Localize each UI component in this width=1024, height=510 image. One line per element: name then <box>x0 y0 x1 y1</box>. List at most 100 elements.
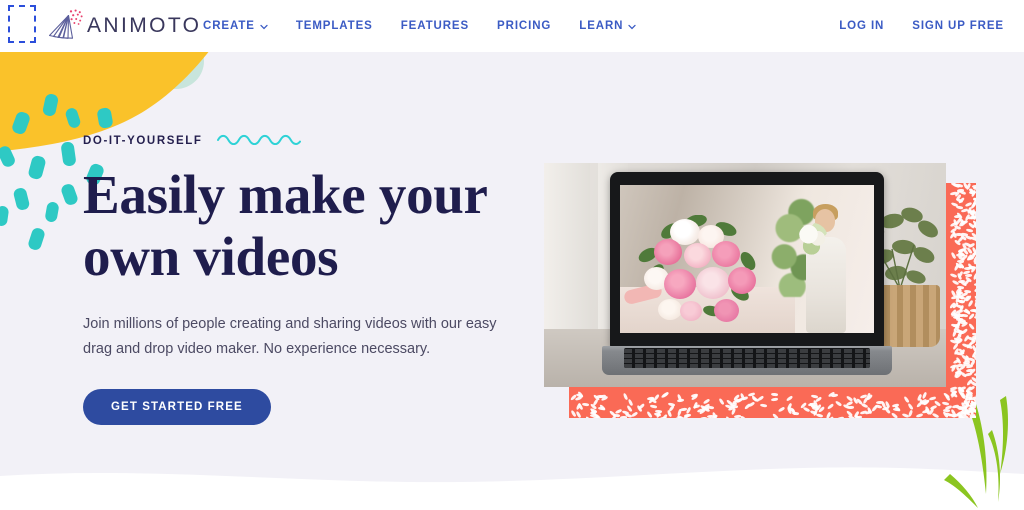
feather-speckle <box>921 391 928 399</box>
feather-speckle <box>950 201 959 208</box>
feather-speckle <box>770 397 779 402</box>
nav-item-create[interactable]: CREATE <box>203 20 268 32</box>
focus-outline-box <box>8 5 36 43</box>
feather-speckle <box>929 404 938 410</box>
feather-speckle <box>972 272 976 281</box>
feather-speckle <box>785 394 794 402</box>
nav-item-learn[interactable]: LEARN <box>579 20 637 32</box>
nav-item-create-label: CREATE <box>203 20 255 32</box>
feather-speckle <box>771 413 779 418</box>
nav-item-pricing[interactable]: PRICING <box>497 20 551 32</box>
feather-speckle <box>845 409 853 417</box>
feather-speckle <box>965 274 973 278</box>
feather-speckle <box>931 412 940 418</box>
feather-speckle <box>964 267 972 271</box>
feather-speckle <box>893 407 901 412</box>
hero-media-composition <box>544 163 976 418</box>
feather-speckle <box>725 415 732 418</box>
bride-held-bouquet <box>798 223 828 255</box>
chevron-down-icon <box>628 22 637 30</box>
nav-item-features-label: FEATURES <box>400 20 470 32</box>
laptop-base <box>602 346 892 375</box>
nav-item-templates-label: TEMPLATES <box>295 20 373 32</box>
feather-speckle <box>575 410 582 418</box>
feather-speckle <box>740 415 748 418</box>
hero-title-line-2: own videos <box>83 226 339 287</box>
hero-title-line-1: Easily make your <box>83 164 488 225</box>
feather-speckle <box>973 260 976 266</box>
feather-speckle <box>957 259 965 264</box>
hero-eyebrow: DO-IT-YOURSELF <box>83 135 203 147</box>
feather-speckle <box>965 228 973 234</box>
feather-speckle <box>646 411 653 418</box>
feather-speckle <box>835 400 843 408</box>
main-navigation: CREATE TEMPLATES FEATURES PRICING LEARN <box>203 0 637 52</box>
log-in-link[interactable]: LOG IN <box>839 20 884 32</box>
feather-speckle <box>970 308 976 312</box>
feather-speckle <box>649 404 658 410</box>
bride-figure <box>796 193 858 333</box>
feather-speckle <box>622 392 628 401</box>
feather-speckle <box>973 283 976 287</box>
feather-speckle <box>630 411 639 418</box>
feather-speckle <box>599 404 607 412</box>
hero-eyebrow-row: DO-IT-YOURSELF <box>83 132 523 150</box>
animoto-fan-logo-icon <box>46 9 84 43</box>
feather-speckle <box>826 402 834 410</box>
feather-speckle <box>974 373 976 377</box>
feather-speckle <box>854 415 862 418</box>
feather-speckle <box>973 197 976 201</box>
hero-subtitle: Join millions of people creating and sha… <box>83 316 497 357</box>
feather-speckle <box>613 413 621 418</box>
rose-bouquet <box>622 215 768 327</box>
feather-speckle <box>836 416 845 418</box>
feather-speckle <box>953 263 960 271</box>
feather-speckle <box>882 417 890 418</box>
feather-speckle <box>692 401 698 410</box>
feather-speckle <box>907 409 914 417</box>
feather-speckle <box>675 416 683 418</box>
bottom-wave-divider <box>0 440 1024 510</box>
get-started-free-button[interactable]: GET STARTED FREE <box>83 389 271 425</box>
feather-speckle <box>860 402 869 409</box>
feather-speckle <box>968 322 976 331</box>
feather-speckle <box>949 386 957 391</box>
laptop-device <box>602 172 892 375</box>
feather-speckle <box>702 397 711 405</box>
feather-speckle <box>619 416 627 418</box>
feather-speckle <box>965 371 973 377</box>
feather-speckle <box>777 406 785 413</box>
nav-item-templates[interactable]: TEMPLATES <box>296 20 373 32</box>
laptop-screen-video <box>620 185 874 333</box>
laptop-keyboard <box>624 348 870 368</box>
nav-item-learn-label: LEARN <box>579 20 624 32</box>
feather-speckle <box>677 408 683 416</box>
nav-item-features[interactable]: FEATURES <box>401 20 469 32</box>
feather-speckle <box>962 360 970 365</box>
feather-speckle <box>770 392 778 397</box>
feather-speckle <box>660 392 669 399</box>
sign-up-free-link[interactable]: SIGN UP FREE <box>912 20 1004 32</box>
feather-speckle <box>907 402 914 411</box>
feather-speckle <box>975 343 976 347</box>
chevron-down-icon <box>260 22 268 30</box>
hero-title: Easily make your own videos <box>83 164 523 288</box>
feather-speckle <box>810 393 819 399</box>
feather-speckle <box>915 412 923 418</box>
feather-speckle <box>971 414 976 418</box>
laptop-lid <box>610 172 884 347</box>
feather-speckle <box>942 391 950 399</box>
feather-speckle <box>870 405 878 413</box>
feather-speckle <box>831 393 839 398</box>
brand-logo[interactable]: ANIMOTO <box>46 6 201 46</box>
photo-scene <box>544 163 946 387</box>
feather-speckle <box>802 406 810 413</box>
feather-speckle <box>718 398 725 406</box>
feather-speckle <box>759 403 768 408</box>
landing-page: ANIMOTO CREATE TEMPLATES FEATURES PRICIN… <box>0 0 1024 510</box>
feather-speckle <box>891 412 899 418</box>
laptop-photo <box>544 163 946 387</box>
feather-speckle <box>677 398 685 403</box>
feather-speckle <box>581 402 589 407</box>
site-header: ANIMOTO CREATE TEMPLATES FEATURES PRICIN… <box>0 0 1024 52</box>
